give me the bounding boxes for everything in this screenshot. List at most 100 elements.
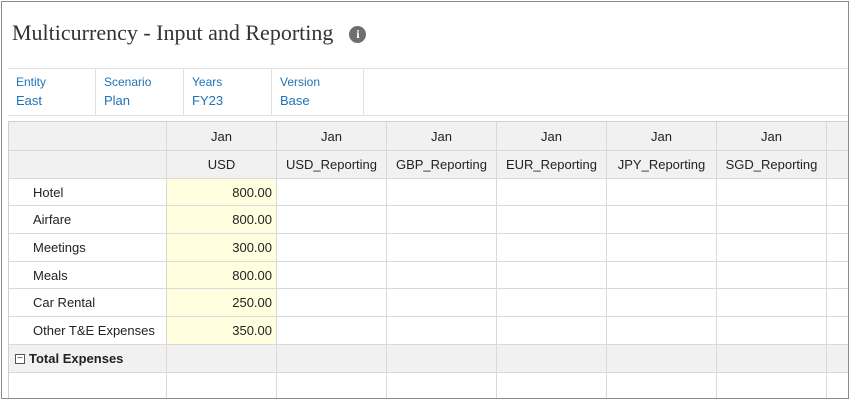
data-cell[interactable] xyxy=(717,179,827,206)
column-header-period[interactable]: Jan xyxy=(717,122,827,151)
data-cell[interactable] xyxy=(387,317,497,345)
input-cell-usd[interactable]: 800.00 xyxy=(167,262,277,289)
table-row: Car Rental 250.00 xyxy=(9,289,848,317)
pov-years[interactable]: Years FY23 xyxy=(184,69,272,115)
pov-bar: Entity East Scenario Plan Years FY23 Ver… xyxy=(8,68,848,116)
total-cell[interactable] xyxy=(277,345,387,373)
data-cell[interactable] xyxy=(497,234,607,262)
column-header-currency[interactable]: GBP_Reporting xyxy=(387,151,497,179)
row-header[interactable]: Hotel xyxy=(9,179,167,206)
empty-cell xyxy=(497,373,607,398)
empty-cell xyxy=(827,373,848,398)
column-header-empty xyxy=(827,151,848,179)
data-cell[interactable] xyxy=(497,179,607,206)
data-cell[interactable] xyxy=(717,262,827,289)
empty-cell xyxy=(607,373,717,398)
total-cell[interactable] xyxy=(387,345,497,373)
pov-label: Version xyxy=(280,75,321,89)
row-header[interactable]: Airfare xyxy=(9,206,167,234)
table-row: Airfare 800.00 xyxy=(9,206,848,234)
data-cell[interactable] xyxy=(387,262,497,289)
data-cell[interactable] xyxy=(607,317,717,345)
data-cell-empty xyxy=(827,317,848,345)
pov-scenario[interactable]: Scenario Plan xyxy=(96,69,184,115)
input-cell-usd[interactable]: 800.00 xyxy=(167,206,277,234)
data-cell[interactable] xyxy=(717,234,827,262)
data-cell[interactable] xyxy=(497,289,607,317)
data-cell[interactable] xyxy=(497,206,607,234)
data-cell[interactable] xyxy=(607,234,717,262)
row-header[interactable]: Other T&E Expenses xyxy=(9,317,167,345)
total-label: Total Expenses xyxy=(29,351,124,366)
data-cell[interactable] xyxy=(277,206,387,234)
empty-cell xyxy=(387,373,497,398)
page-title: Multicurrency - Input and Reporting xyxy=(12,20,334,45)
pov-entity[interactable]: Entity East xyxy=(8,69,96,115)
pov-value[interactable]: Base xyxy=(280,92,363,110)
column-header-period[interactable]: Jan xyxy=(387,122,497,151)
column-header-currency[interactable]: USD_Reporting xyxy=(277,151,387,179)
data-cell[interactable] xyxy=(717,317,827,345)
pov-value[interactable]: East xyxy=(16,92,95,110)
input-cell-usd[interactable]: 800.00 xyxy=(167,179,277,206)
column-header-period[interactable]: Jan xyxy=(607,122,717,151)
pov-version[interactable]: Version Base xyxy=(272,69,364,115)
empty-cell xyxy=(277,373,387,398)
data-cell[interactable] xyxy=(607,289,717,317)
data-cell[interactable] xyxy=(277,262,387,289)
header-row-period: Jan Jan Jan Jan Jan Jan xyxy=(9,122,848,151)
data-cell[interactable] xyxy=(277,179,387,206)
row-header[interactable]: Meetings xyxy=(9,234,167,262)
data-cell[interactable] xyxy=(497,317,607,345)
empty-cell xyxy=(167,373,277,398)
input-cell-usd[interactable]: 300.00 xyxy=(167,234,277,262)
total-cell-empty xyxy=(827,345,848,373)
data-cell[interactable] xyxy=(717,206,827,234)
data-cell[interactable] xyxy=(277,317,387,345)
pov-value[interactable]: Plan xyxy=(104,92,183,110)
header-row-currency: USD USD_Reporting GBP_Reporting EUR_Repo… xyxy=(9,151,848,179)
collapse-icon[interactable]: − xyxy=(15,353,25,364)
grid-corner xyxy=(9,151,167,179)
column-header-period[interactable]: Jan xyxy=(497,122,607,151)
data-cell-empty xyxy=(827,206,848,234)
input-cell-usd[interactable]: 250.00 xyxy=(167,289,277,317)
column-header-period[interactable]: Jan xyxy=(277,122,387,151)
pov-label: Scenario xyxy=(104,75,152,89)
total-cell[interactable] xyxy=(717,345,827,373)
total-cell[interactable] xyxy=(497,345,607,373)
data-cell[interactable] xyxy=(717,289,827,317)
data-cell[interactable] xyxy=(387,289,497,317)
data-cell[interactable] xyxy=(387,234,497,262)
form-title-bar: Multicurrency - Input and Reporting i xyxy=(2,2,848,64)
data-cell[interactable] xyxy=(607,262,717,289)
data-cell[interactable] xyxy=(277,289,387,317)
data-cell[interactable] xyxy=(387,179,497,206)
table-row: Hotel 800.00 xyxy=(9,179,848,206)
total-cell[interactable] xyxy=(167,345,277,373)
data-cell-empty xyxy=(827,234,848,262)
column-header-currency[interactable]: SGD_Reporting xyxy=(717,151,827,179)
data-cell[interactable] xyxy=(497,262,607,289)
table-row: Meals 800.00 xyxy=(9,262,848,289)
data-cell-empty xyxy=(827,262,848,289)
empty-cell xyxy=(717,373,827,398)
data-cell[interactable] xyxy=(387,206,497,234)
data-cell-empty xyxy=(827,179,848,206)
data-cell[interactable] xyxy=(277,234,387,262)
row-header[interactable]: Meals xyxy=(9,262,167,289)
data-cell[interactable] xyxy=(607,206,717,234)
data-cell[interactable] xyxy=(607,179,717,206)
column-header-period[interactable]: Jan xyxy=(167,122,277,151)
input-cell-usd[interactable]: 350.00 xyxy=(167,317,277,345)
row-header-total[interactable]: − Total Expenses xyxy=(9,345,167,373)
total-cell[interactable] xyxy=(607,345,717,373)
data-grid: Jan Jan Jan Jan Jan Jan USD USD_Reportin… xyxy=(8,121,848,398)
column-header-currency[interactable]: EUR_Reporting xyxy=(497,151,607,179)
column-header-currency[interactable]: JPY_Reporting xyxy=(607,151,717,179)
info-icon[interactable]: i xyxy=(349,25,367,43)
empty-cell xyxy=(9,373,167,398)
row-header[interactable]: Car Rental xyxy=(9,289,167,317)
column-header-currency[interactable]: USD xyxy=(167,151,277,179)
pov-value[interactable]: FY23 xyxy=(192,92,271,110)
